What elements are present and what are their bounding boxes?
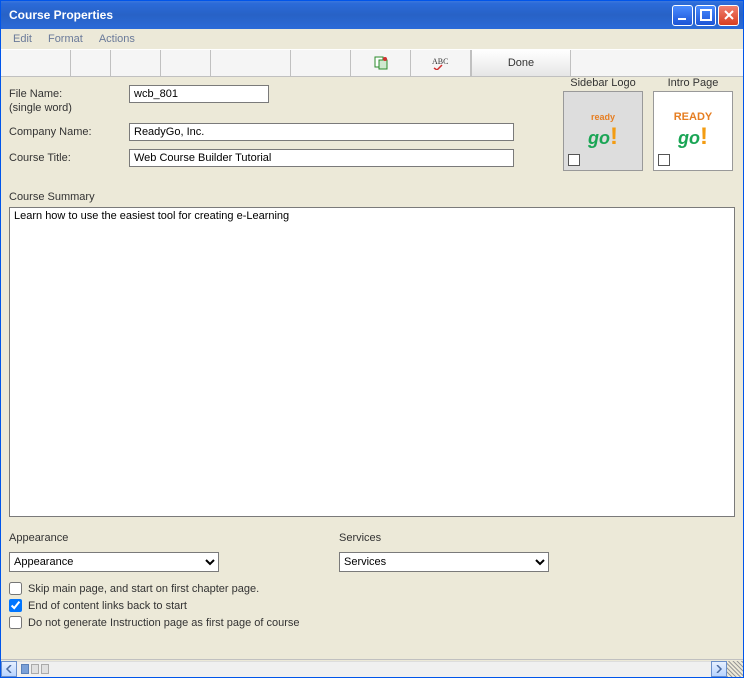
toolbar-slot-6[interactable] — [291, 50, 351, 76]
scroll-left-button[interactable] — [1, 661, 17, 677]
noinstr-checkbox[interactable] — [9, 616, 22, 629]
chevron-right-icon — [715, 665, 723, 673]
toolbar-slot-3[interactable] — [111, 50, 161, 76]
company-input[interactable] — [129, 123, 514, 141]
paste-icon — [373, 55, 389, 71]
content-area: Sidebar Logo ready go! Intro Page READY … — [1, 77, 743, 659]
intro-logo-label: Intro Page — [653, 77, 733, 89]
minimize-icon — [675, 7, 691, 23]
menu-edit[interactable]: Edit — [5, 31, 40, 47]
appearance-select[interactable]: Appearance — [9, 552, 219, 572]
toolbar-slot-4[interactable] — [161, 50, 211, 76]
appearance-label: Appearance — [9, 532, 219, 544]
app-window: Course Properties Edit Format Actions — [0, 0, 744, 678]
noinstr-check-row[interactable]: Do not generate Instruction page as firs… — [9, 616, 735, 629]
file-name-label: File Name: (single word) — [9, 85, 129, 115]
appearance-block: Appearance Appearance — [9, 532, 219, 572]
menu-format[interactable]: Format — [40, 31, 91, 47]
sidebar-logo-checkbox[interactable] — [568, 154, 580, 166]
readygo-logo-icon: ready go! — [588, 112, 618, 151]
checks-section: Skip main page, and start on first chapt… — [9, 582, 735, 629]
services-label: Services — [339, 532, 549, 544]
scroll-track[interactable] — [17, 661, 711, 677]
toolbar: ABC Done — [1, 49, 743, 77]
company-label: Company Name: — [9, 123, 129, 139]
minimize-button[interactable] — [672, 5, 693, 26]
maximize-icon — [698, 7, 714, 23]
skip-checkbox-label: Skip main page, and start on first chapt… — [28, 583, 259, 595]
noinstr-checkbox-label: Do not generate Instruction page as firs… — [28, 617, 300, 629]
toolbar-slot-1[interactable] — [1, 50, 71, 76]
title-input[interactable] — [129, 149, 514, 167]
skip-checkbox[interactable] — [9, 582, 22, 595]
intro-logo-box[interactable]: READY go! — [653, 91, 733, 171]
menu-actions[interactable]: Actions — [91, 31, 143, 47]
status-box-icon — [31, 664, 39, 674]
endlink-checkbox[interactable] — [9, 599, 22, 612]
endlink-check-row[interactable]: End of content links back to start — [9, 599, 735, 612]
maximize-button[interactable] — [695, 5, 716, 26]
skip-check-row[interactable]: Skip main page, and start on first chapt… — [9, 582, 735, 595]
close-icon — [721, 7, 737, 23]
svg-text:ABC: ABC — [432, 57, 448, 66]
summary-label: Course Summary — [9, 191, 735, 203]
sidebar-logo-block: Sidebar Logo ready go! — [563, 77, 643, 171]
scroll-right-button[interactable] — [711, 661, 727, 677]
status-mini-icons — [21, 664, 49, 674]
window-title: Course Properties — [9, 8, 670, 22]
summary-textarea[interactable] — [9, 207, 735, 517]
spellcheck-icon: ABC — [432, 56, 450, 70]
chevron-left-icon — [5, 665, 13, 673]
toolbar-slot-5[interactable] — [211, 50, 291, 76]
endlink-checkbox-label: End of content links back to start — [28, 600, 187, 612]
titlebar: Course Properties — [1, 1, 743, 29]
services-select[interactable]: Services — [339, 552, 549, 572]
sidebar-logo-label: Sidebar Logo — [563, 77, 643, 89]
file-name-sublabel: (single word) — [9, 101, 129, 115]
logo-panel: Sidebar Logo ready go! Intro Page READY … — [563, 77, 733, 171]
bottom-section: Appearance Appearance Services Services — [9, 532, 735, 572]
intro-logo-checkbox[interactable] — [658, 154, 670, 166]
services-block: Services Services — [339, 532, 549, 572]
status-box-icon — [41, 664, 49, 674]
resize-grip[interactable] — [727, 661, 743, 677]
toolbar-paste[interactable] — [351, 50, 411, 76]
done-button[interactable]: Done — [471, 50, 571, 76]
menubar: Edit Format Actions — [1, 29, 743, 49]
readygo-logo-icon: READY go! — [674, 111, 713, 151]
file-name-label-text: File Name: — [9, 88, 62, 100]
toolbar-slot-2[interactable] — [71, 50, 111, 76]
status-box-icon — [21, 664, 29, 674]
statusbar — [1, 659, 743, 677]
toolbar-spell[interactable]: ABC — [411, 50, 471, 76]
toolbar-rest — [571, 50, 743, 76]
close-button[interactable] — [718, 5, 739, 26]
title-label: Course Title: — [9, 149, 129, 165]
sidebar-logo-box[interactable]: ready go! — [563, 91, 643, 171]
intro-logo-block: Intro Page READY go! — [653, 77, 733, 171]
file-name-input[interactable] — [129, 85, 269, 103]
summary-section: Course Summary — [9, 191, 735, 520]
